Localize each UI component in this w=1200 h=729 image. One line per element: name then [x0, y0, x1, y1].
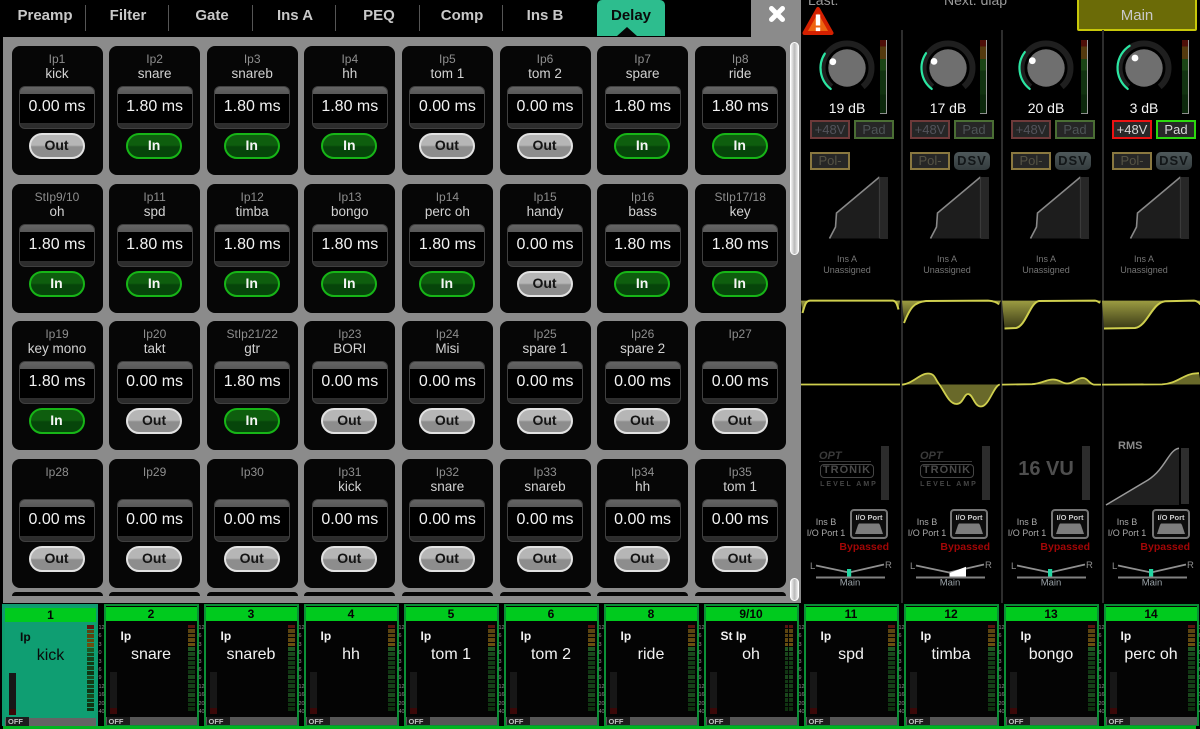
svg-text:Main: Main — [840, 578, 861, 589]
svg-text:R: R — [985, 560, 992, 571]
svg-text:L: L — [910, 561, 915, 572]
svg-text:L: L — [1112, 561, 1117, 572]
svg-text:R: R — [885, 560, 892, 571]
svg-text:L: L — [1011, 561, 1016, 572]
svg-text:Main: Main — [940, 578, 961, 589]
svg-text:R: R — [1086, 560, 1093, 571]
svg-text:R: R — [1187, 560, 1194, 571]
svg-text:L: L — [810, 561, 815, 572]
svg-text:Main: Main — [1041, 578, 1062, 589]
svg-text:Main: Main — [1142, 578, 1163, 589]
